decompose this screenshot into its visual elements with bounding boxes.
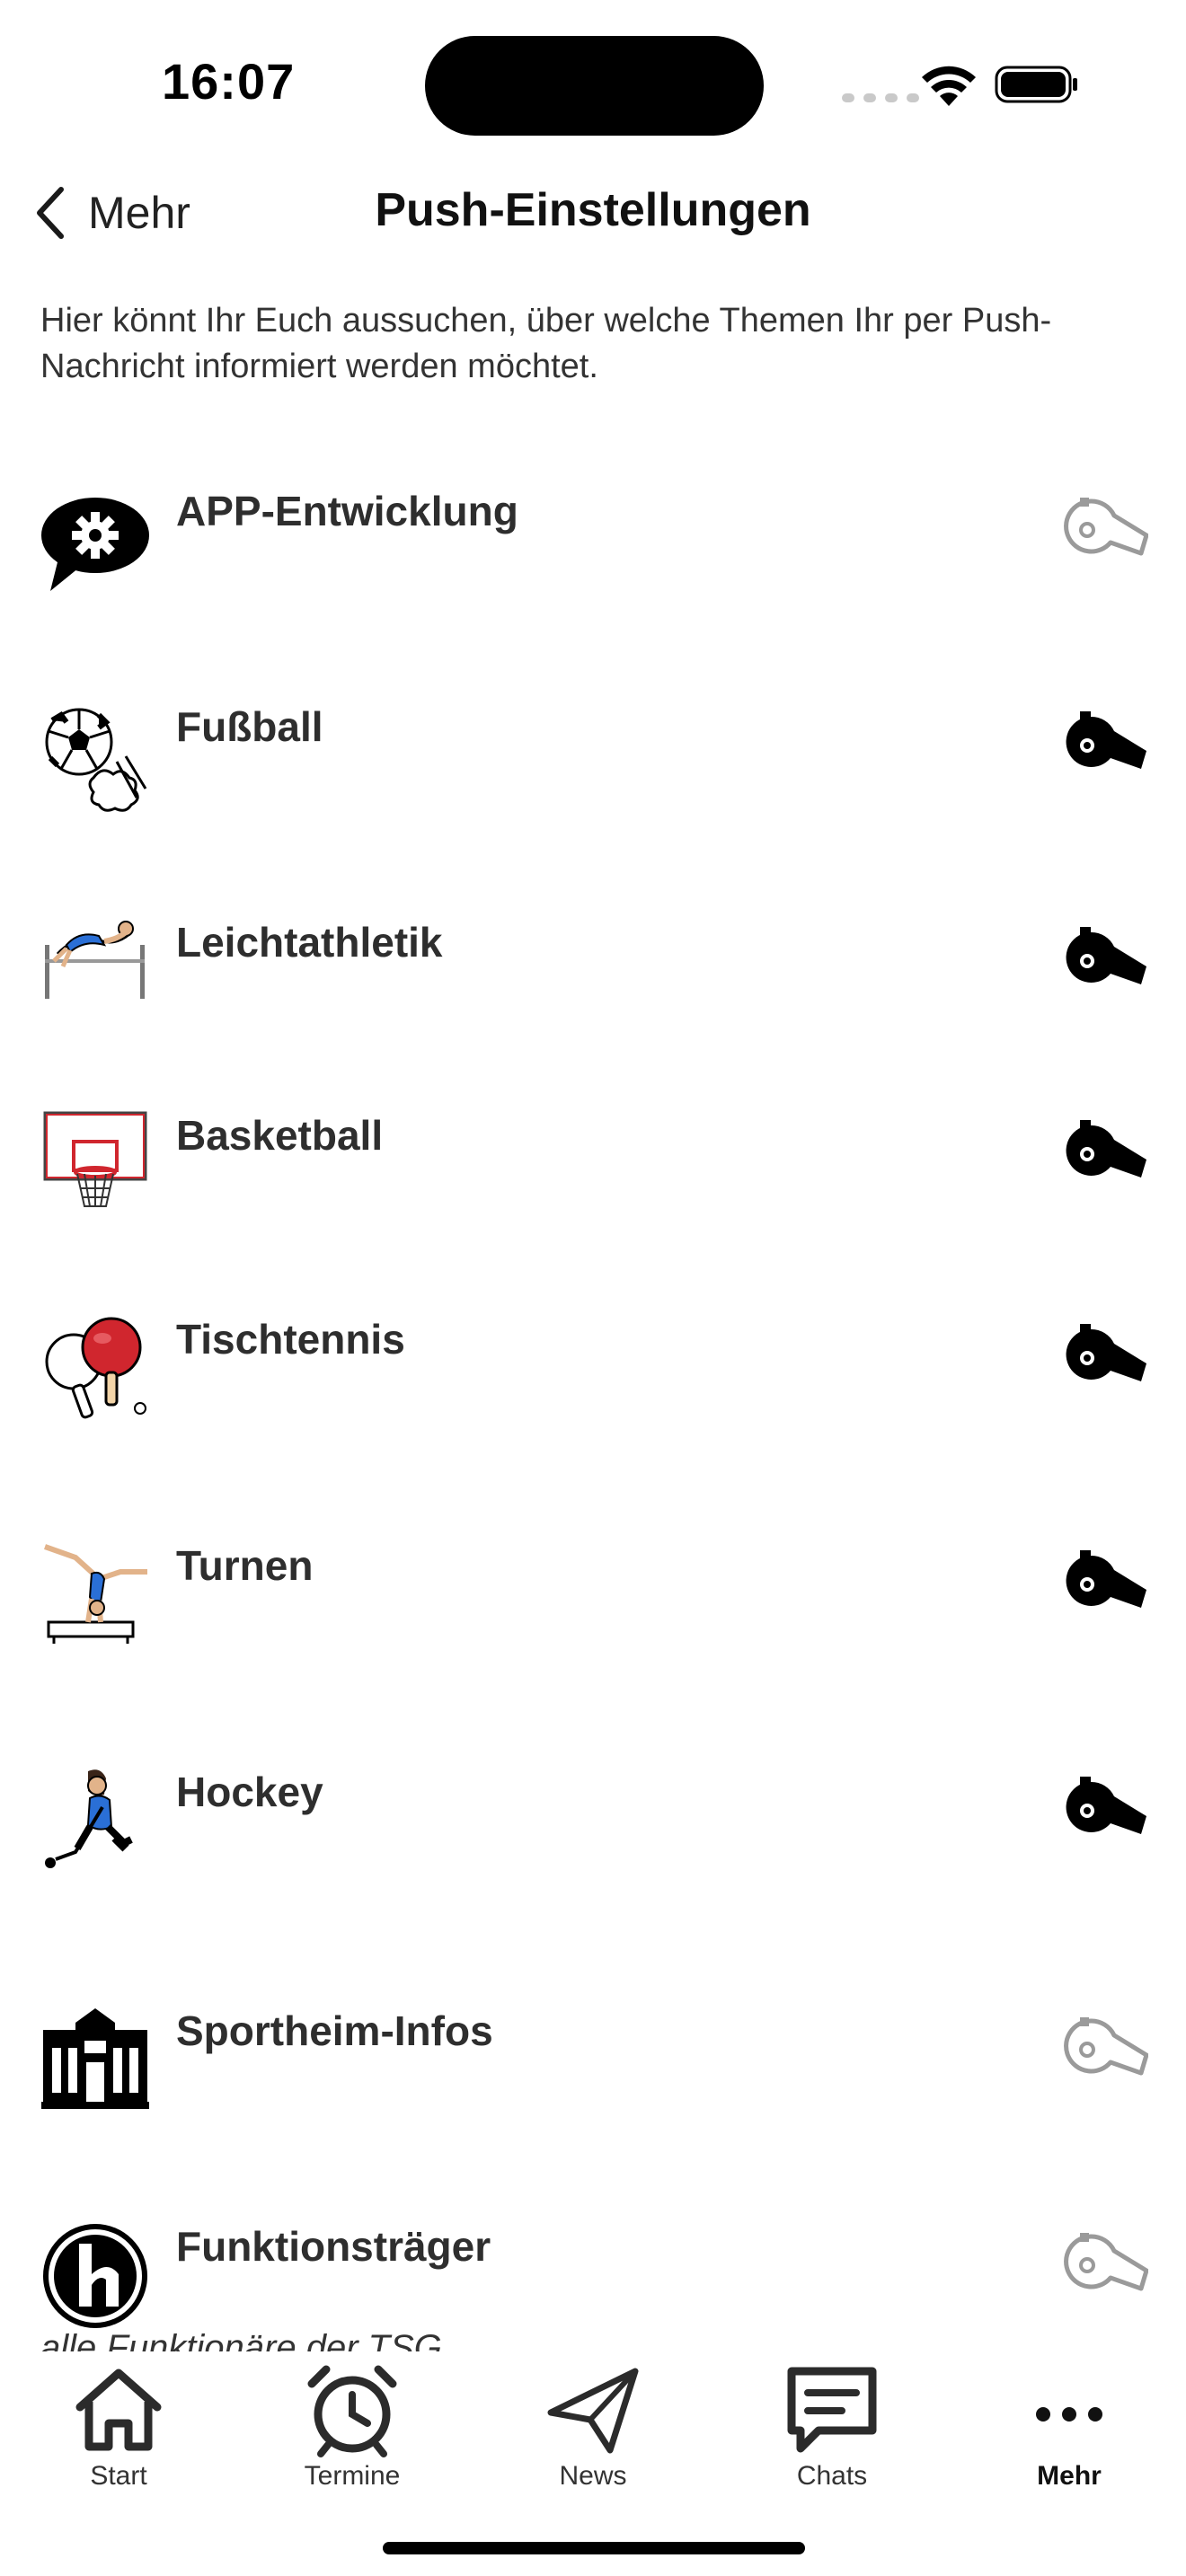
- home-indicator: [383, 2542, 805, 2554]
- basketball-hoop-icon: [40, 1109, 151, 1221]
- status-time: 16:07: [162, 53, 296, 110]
- topic-label: Sportheim-Infos: [176, 2007, 493, 2054]
- whistle-on-icon[interactable]: [1058, 1548, 1148, 1617]
- cellular-signal-icon: [842, 93, 919, 102]
- tab-label: Chats: [796, 2461, 868, 2491]
- topic-label: Funktionsträger: [176, 2223, 491, 2270]
- topic-label: Basketball: [176, 1112, 384, 1159]
- whistle-off-icon[interactable]: [1058, 494, 1148, 562]
- list-item[interactable]: Fußball: [0, 692, 1186, 871]
- whistle-off-icon[interactable]: [1058, 2014, 1148, 2082]
- topic-label: Hockey: [176, 1769, 323, 1815]
- alarm-clock-icon: [307, 2365, 397, 2457]
- gear-speech-bubble-icon: [40, 485, 151, 596]
- whistle-on-icon[interactable]: [1058, 1775, 1148, 1843]
- page-title: Push-Einstellungen: [375, 184, 811, 236]
- tab-label: Start: [90, 2461, 147, 2491]
- tab-chats[interactable]: Chats: [742, 2360, 922, 2492]
- club-logo-icon: [40, 2220, 151, 2332]
- house-icon: [75, 2369, 162, 2451]
- dynamic-island: [425, 36, 764, 136]
- intro-text: Hier könnt Ihr Euch aussuchen, über welc…: [40, 302, 1052, 385]
- whistle-on-icon[interactable]: [1058, 1322, 1148, 1390]
- tab-label: Mehr: [1037, 2461, 1102, 2491]
- list-item[interactable]: Leichtathletik: [0, 907, 1186, 1087]
- list-item[interactable]: Basketball: [0, 1100, 1186, 1280]
- chat-bubble-icon: [787, 2367, 877, 2453]
- high-jump-icon: [40, 909, 151, 1020]
- tab-news[interactable]: News: [503, 2360, 683, 2492]
- whistle-on-icon[interactable]: [1058, 1118, 1148, 1187]
- tab-termine[interactable]: Termine: [262, 2360, 442, 2492]
- topic-label: Tischtennis: [176, 1316, 405, 1363]
- topic-label: APP-Entwicklung: [176, 488, 518, 534]
- paper-plane-icon: [547, 2368, 639, 2454]
- ping-pong-paddles-icon: [40, 1315, 151, 1426]
- wifi-icon: [922, 66, 976, 106]
- list-item[interactable]: APP-Entwicklung: [0, 476, 1186, 656]
- list-item[interactable]: Sportheim-Infos: [0, 1996, 1186, 2175]
- soccer-ball-icon: [40, 702, 151, 814]
- whistle-on-icon[interactable]: [1058, 710, 1148, 778]
- status-bar: 16:07: [0, 0, 1186, 171]
- tab-start[interactable]: Start: [29, 2360, 208, 2492]
- gymnast-icon: [40, 1536, 151, 1647]
- tab-mehr[interactable]: Mehr: [979, 2360, 1159, 2492]
- battery-icon: [995, 66, 1077, 103]
- list-item[interactable]: Hockey: [0, 1757, 1186, 1936]
- list-item[interactable]: Tischtennis: [0, 1304, 1186, 1484]
- topic-label: Fußball: [176, 703, 323, 750]
- tab-label: Termine: [304, 2461, 401, 2491]
- building-icon: [40, 2005, 151, 2116]
- topic-label: Leichtathletik: [176, 919, 443, 966]
- navigation-bar: Mehr Push-Einstellungen: [0, 171, 1186, 251]
- whistle-off-icon[interactable]: [1058, 2229, 1148, 2298]
- list-item[interactable]: Turnen: [0, 1531, 1186, 1710]
- tab-label: News: [559, 2461, 627, 2491]
- whistle-on-icon[interactable]: [1058, 925, 1148, 993]
- more-dots-icon: [1036, 2407, 1102, 2422]
- hockey-player-icon: [40, 1762, 151, 1874]
- topic-label: Turnen: [176, 1542, 314, 1589]
